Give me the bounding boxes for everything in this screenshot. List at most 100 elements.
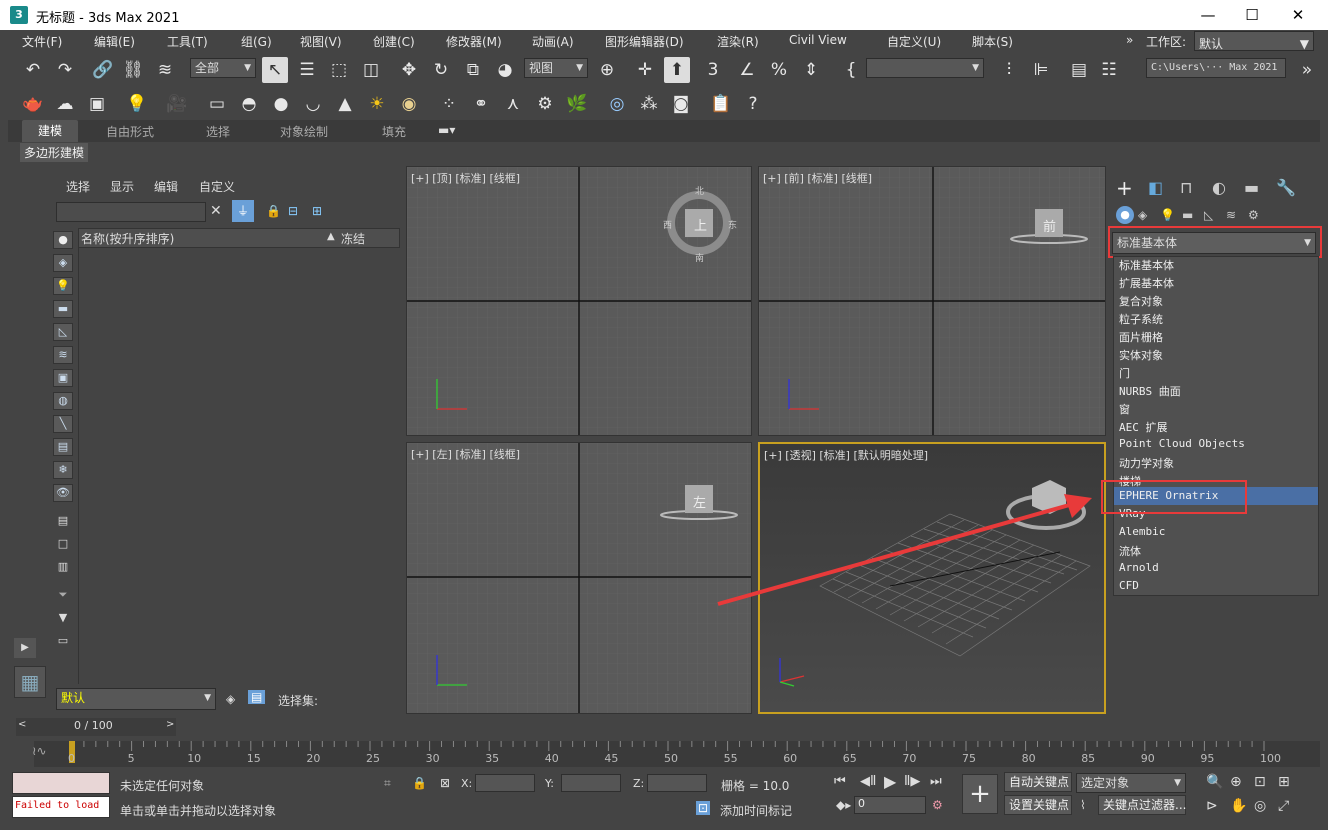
pan-icon[interactable]: ✋ bbox=[1230, 798, 1247, 814]
type-item[interactable]: Alembic bbox=[1119, 525, 1165, 538]
display-all-icon[interactable]: ▤ bbox=[53, 513, 73, 531]
material-editor-icon[interactable]: ⁂ bbox=[636, 91, 662, 117]
type-item[interactable]: 扩展基本体 bbox=[1119, 275, 1174, 291]
explorer-search-input[interactable] bbox=[56, 202, 206, 222]
filter-shapes-icon[interactable]: ◈ bbox=[53, 254, 73, 272]
select-object-icon[interactable]: ↖ bbox=[262, 57, 288, 83]
hierarchy-icon[interactable]: ⊟ bbox=[288, 204, 298, 218]
edit-named-sel-icon[interactable]: { bbox=[838, 57, 864, 83]
viewcube-front[interactable]: 前 bbox=[1043, 216, 1056, 235]
auto-key-button[interactable]: 自动关键点 bbox=[1004, 772, 1072, 792]
prev-frame-icon[interactable]: < bbox=[18, 719, 26, 730]
zoom-all-icon[interactable]: ⊕ bbox=[1230, 774, 1242, 790]
cloud-icon[interactable]: ☁ bbox=[52, 91, 78, 117]
layer-explorer-icon[interactable]: ☷ bbox=[1096, 57, 1122, 83]
angle-snap-icon[interactable]: ∠ bbox=[734, 57, 760, 83]
cameras-category-icon[interactable]: ▬ bbox=[1182, 208, 1193, 222]
prev-key-icon[interactable]: ◀Ⅱ bbox=[860, 774, 876, 789]
clear-search-icon[interactable]: ✕ bbox=[210, 203, 222, 219]
camera-icon[interactable]: 🎥 bbox=[164, 91, 190, 117]
tab-selection[interactable]: 选择 bbox=[206, 123, 230, 140]
hierarchy-tab-icon[interactable]: ⊓ bbox=[1180, 178, 1192, 197]
plant-icon[interactable]: 🌿 bbox=[564, 91, 590, 117]
molecule-icon[interactable]: ⚭ bbox=[468, 91, 494, 117]
menu-overflow-icon[interactable]: » bbox=[1126, 33, 1133, 47]
menu-customize[interactable]: 自定义(U) bbox=[887, 33, 941, 50]
expand-panel-icon[interactable]: ▶ bbox=[14, 638, 36, 658]
layer-dropdown[interactable]: 默认 ▼ bbox=[56, 688, 216, 710]
column-name[interactable]: 名称(按升序排序) bbox=[81, 230, 174, 247]
undo-icon[interactable]: ↶ bbox=[20, 57, 46, 83]
type-item[interactable]: NURBS 曲面 bbox=[1119, 383, 1181, 399]
hierarchy-mode-icon[interactable]: ▤ bbox=[248, 690, 266, 704]
shapes-category-icon[interactable]: ◈ bbox=[1138, 208, 1147, 222]
mirror-icon[interactable]: ⫶ bbox=[996, 57, 1022, 83]
filter-xrefs-icon[interactable]: ◍ bbox=[53, 392, 73, 410]
key-tangent-icon[interactable]: ⌇ bbox=[1080, 798, 1086, 812]
redo-icon[interactable]: ↷ bbox=[52, 57, 78, 83]
select-manipulate-icon[interactable]: ✛ bbox=[632, 57, 658, 83]
maximize-viewport-icon[interactable]: ⤢ bbox=[1278, 798, 1289, 814]
explorer-menu-display[interactable]: 显示 bbox=[110, 178, 134, 195]
viewport-layout-icon[interactable]: ▦ bbox=[14, 666, 46, 698]
display-tab-icon[interactable]: ▬ bbox=[1244, 178, 1259, 197]
type-item[interactable]: Point Cloud Objects bbox=[1119, 437, 1245, 450]
orbit-icon[interactable]: ◎ bbox=[1254, 798, 1266, 814]
menu-animation[interactable]: 动画(A) bbox=[532, 33, 574, 50]
filter-frozen-icon[interactable]: ❄ bbox=[53, 461, 73, 479]
type-item[interactable]: 门 bbox=[1119, 365, 1130, 381]
placement-icon[interactable]: ◕ bbox=[492, 57, 518, 83]
ref-coord-dropdown[interactable]: 视图 ▼ bbox=[524, 58, 588, 78]
geometry-category-icon[interactable]: ● bbox=[1116, 206, 1134, 224]
create-tab-icon[interactable]: + bbox=[1116, 176, 1133, 200]
tripod-icon[interactable]: ⋏ bbox=[500, 91, 526, 117]
type-item[interactable]: 动力学对象 bbox=[1119, 455, 1174, 471]
play-icon[interactable]: ▶ bbox=[884, 772, 896, 791]
maxscript-mini-listener[interactable] bbox=[12, 772, 110, 794]
pivot-center-icon[interactable]: ⊕ bbox=[594, 57, 620, 83]
tab-modeling[interactable]: 建模 bbox=[22, 120, 79, 142]
selection-filter-dropdown[interactable]: 全部 ▼ bbox=[190, 58, 256, 78]
type-item[interactable]: 面片栅格 bbox=[1119, 329, 1163, 345]
display-none-icon[interactable]: □ bbox=[53, 536, 73, 554]
object-type-list[interactable]: 标准基本体 扩展基本体 复合对象 粒子系统 面片栅格 实体对象 门 NURBS … bbox=[1113, 256, 1319, 596]
filter-funnel-icon[interactable]: ▼ bbox=[53, 610, 73, 628]
explorer-list[interactable] bbox=[78, 248, 400, 684]
menu-scripting[interactable]: 脚本(S) bbox=[972, 33, 1013, 50]
hemisphere-icon[interactable]: ◓ bbox=[236, 91, 262, 117]
explorer-menu-customize[interactable]: 自定义 bbox=[199, 178, 235, 195]
column-frozen[interactable]: 冻结 bbox=[341, 230, 365, 247]
lock-icon[interactable]: 🔒 bbox=[266, 204, 281, 218]
utilities-tab-icon[interactable]: 🔧 bbox=[1276, 178, 1296, 197]
set-key-big-icon[interactable]: + bbox=[962, 774, 998, 814]
clipboard-icon[interactable]: 📋 bbox=[708, 91, 734, 117]
percent-snap-icon[interactable]: % bbox=[766, 57, 792, 83]
filter-containers-icon[interactable]: ▤ bbox=[53, 438, 73, 456]
workspace-dropdown[interactable]: 默认 ▼ bbox=[1194, 31, 1314, 51]
viewcube-top[interactable]: 上 bbox=[694, 215, 707, 234]
isolate-icon[interactable]: ⌗ bbox=[384, 776, 391, 791]
filter-geometry-icon[interactable]: ● bbox=[53, 231, 73, 249]
menu-civil-view[interactable]: Civil View bbox=[789, 33, 847, 47]
viewport-front-label[interactable]: [+] [前] [标准] [线框] bbox=[763, 170, 872, 186]
time-slider[interactable]: < 0 / 100 > bbox=[16, 718, 176, 736]
spinner-snap-icon[interactable]: ⇕ bbox=[798, 57, 824, 83]
hierarchy-expand-icon[interactable]: ⊞ bbox=[312, 204, 322, 218]
link-icon[interactable]: 🔗 bbox=[90, 57, 116, 83]
menu-graph-editors[interactable]: 图形编辑器(D) bbox=[605, 33, 684, 50]
render-frame-icon[interactable]: ▣ bbox=[84, 91, 110, 117]
viewport-left-label[interactable]: [+] [左] [标准] [线框] bbox=[411, 446, 520, 462]
type-item[interactable]: 复合对象 bbox=[1119, 293, 1163, 309]
spacewarps-category-icon[interactable]: ≋ bbox=[1226, 208, 1236, 222]
menu-tools[interactable]: 工具(T) bbox=[167, 33, 208, 50]
next-key-icon[interactable]: Ⅱ▶ bbox=[904, 774, 920, 789]
sphere-icon[interactable]: ● bbox=[268, 91, 294, 117]
minimize-button[interactable]: — bbox=[1196, 4, 1220, 26]
type-item[interactable]: AEC 扩展 bbox=[1119, 419, 1168, 435]
viewport-top-label[interactable]: [+] [顶] [标准] [线框] bbox=[411, 170, 520, 186]
type-item[interactable]: 标准基本体 bbox=[1119, 257, 1174, 273]
layers-icon[interactable]: ◈ bbox=[226, 692, 235, 706]
disc-icon[interactable]: ◉ bbox=[396, 91, 422, 117]
zoom-extents-icon[interactable]: ⊡ bbox=[1254, 774, 1266, 790]
selected-object-dropdown[interactable]: 选定对象 ▼ bbox=[1076, 773, 1186, 793]
